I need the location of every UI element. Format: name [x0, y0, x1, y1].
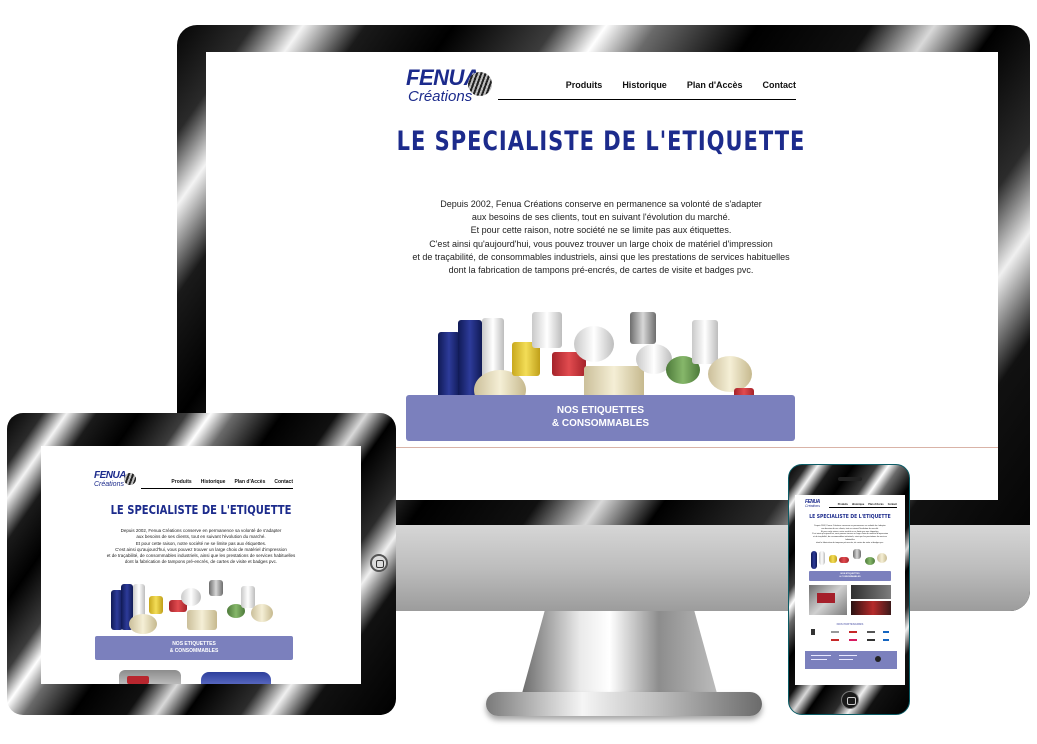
- logo-mark-icon: [124, 473, 136, 485]
- nav-item-plan-acces[interactable]: Plan d'Accès: [234, 479, 265, 488]
- phone-speaker: [838, 477, 862, 481]
- service-photo-2: [851, 601, 891, 615]
- label-roll: [133, 584, 145, 618]
- partner-logo: [811, 629, 815, 635]
- label-roll: [839, 557, 849, 563]
- label-roll: [129, 614, 157, 634]
- label-roll: [819, 551, 825, 565]
- banner-line-2: & CONSOMMABLES: [551, 418, 650, 429]
- monitor-stand-base: [486, 692, 762, 716]
- nav-item-contact[interactable]: Contact: [274, 479, 293, 488]
- printer-photo: [119, 670, 181, 684]
- monitor-stand: [521, 611, 718, 697]
- page-title: LE SPECIALISTE DE L'ETIQUETTE: [110, 504, 292, 518]
- nav-item-plan-acces[interactable]: Plan d'Accès: [687, 80, 743, 99]
- labels-product-photo: [809, 545, 891, 571]
- intro-text: Depuis 2002, Fenua Créations conserve en…: [809, 525, 891, 545]
- tablet-home-button[interactable]: [370, 554, 388, 572]
- partner-logo: [849, 631, 857, 633]
- nav-item-historique[interactable]: Historique: [622, 80, 667, 99]
- partner-logo: [831, 631, 839, 633]
- printer-detail: [817, 593, 835, 603]
- nav-item-produits[interactable]: Produits: [171, 479, 191, 488]
- ribbon-roll: [811, 551, 817, 569]
- label-roll: [829, 555, 837, 563]
- tablet-screen: FENUA Créations Produits Historique Plan…: [41, 446, 361, 684]
- phone-screen: FENUA Créations Produits Historique Plan…: [795, 495, 905, 685]
- label-roll: [865, 557, 875, 565]
- labeler-photo: [201, 672, 271, 684]
- partners-logos: [811, 629, 891, 647]
- main-nav: Produits Historique Plan d'Accès Contact: [829, 503, 897, 508]
- banner-line-2: & CONSOMMABLES: [839, 576, 861, 578]
- labels-consumables-banner[interactable]: NOS ETIQUETTES & CONSOMMABLES: [95, 636, 293, 660]
- site-logo[interactable]: FENUA Créations: [805, 500, 827, 512]
- label-roll: [853, 549, 861, 559]
- footer-text-line: [811, 659, 827, 660]
- intro-line: dont la fabrication de tampons pré-encré…: [124, 559, 278, 565]
- partners-heading: NOS PARTENAIRES: [836, 622, 864, 626]
- partner-logo: [883, 631, 889, 633]
- banner-line-1: NOS ETIQUETTES: [172, 641, 216, 647]
- footer-text-line: [839, 659, 853, 660]
- phone-home-button[interactable]: [841, 691, 859, 709]
- nav-item-produits[interactable]: Produits: [838, 503, 848, 507]
- social-icon[interactable]: [875, 656, 881, 662]
- label-roll: [692, 320, 718, 364]
- site-logo[interactable]: FENUA Créations: [406, 67, 496, 112]
- label-roll: [877, 553, 887, 563]
- label-strip: [187, 610, 217, 630]
- service-photo-1: [851, 585, 891, 599]
- partner-logo: [831, 639, 839, 641]
- intro-line: aux besoins de ses clients, tout en suiv…: [471, 212, 731, 223]
- logo-mark-icon: [468, 72, 492, 96]
- intro-line: dont la fabrication de tampons pré-encré…: [448, 265, 754, 276]
- intro-line: Depuis 2002, Fenua Créations conserve en…: [440, 199, 762, 209]
- footer: [805, 651, 897, 669]
- partner-logo: [883, 639, 889, 641]
- label-roll: [251, 604, 273, 622]
- partner-logo: [849, 639, 857, 641]
- intro-line: Et pour cette raison, notre société ne s…: [470, 225, 732, 236]
- label-roll: [574, 326, 614, 362]
- partner-logo: [867, 639, 875, 641]
- label-roll: [149, 596, 163, 614]
- banner-line-2: & CONSOMMABLES: [169, 648, 219, 654]
- labels-consumables-banner[interactable]: NOS ETIQUETTES & CONSOMMABLES: [809, 571, 891, 581]
- footer-text-line: [811, 655, 831, 656]
- intro-text: Depuis 2002, Fenua Créations conserve en…: [81, 528, 321, 566]
- intro-line: C'est ainsi qu'aujourd'hui, vous pouvez …: [429, 238, 773, 249]
- label-roll: [181, 588, 201, 606]
- page-title: LE SPECIALISTE DE L'ETIQUETTE: [396, 126, 806, 156]
- partner-logo: [867, 631, 875, 633]
- phone-device: FENUA Créations Produits Historique Plan…: [788, 464, 910, 715]
- label-roll: [241, 586, 255, 608]
- nav-item-contact[interactable]: Contact: [888, 503, 897, 507]
- main-nav: Produits Historique Plan d'Accès Contact: [498, 80, 796, 100]
- ribbon-roll: [438, 332, 460, 402]
- label-roll: [532, 312, 562, 348]
- nav-item-contact[interactable]: Contact: [763, 80, 797, 99]
- labels-product-photo: [109, 570, 277, 640]
- page-title: LE SPECIALISTE DE L'ETIQUETTE: [809, 514, 891, 521]
- tablet-device: FENUA Créations Produits Historique Plan…: [7, 413, 396, 715]
- nav-item-plan-acces[interactable]: Plan d'Accès: [868, 503, 883, 507]
- intro-text: Depuis 2002, Fenua Créations conserve en…: [366, 198, 836, 277]
- labels-consumables-banner[interactable]: NOS ETIQUETTES & CONSOMMABLES: [406, 395, 795, 441]
- nav-item-historique[interactable]: Historique: [201, 479, 226, 488]
- label-roll: [630, 312, 656, 344]
- logo-creations: Créations: [805, 504, 820, 508]
- label-roll: [708, 356, 752, 392]
- main-nav: Produits Historique Plan d'Accès Contact: [141, 479, 293, 489]
- footer-text-line: [839, 655, 857, 656]
- printer-photo: [809, 585, 847, 615]
- banner-line-1: NOS ETIQUETTES: [556, 405, 645, 416]
- printer-detail: [127, 676, 149, 684]
- nav-item-historique[interactable]: Historique: [852, 503, 864, 507]
- label-roll: [209, 580, 223, 596]
- intro-line: et de traçabilité, de consommables indus…: [412, 251, 790, 262]
- site-logo[interactable]: FENUA Créations: [94, 471, 139, 495]
- nav-item-produits[interactable]: Produits: [566, 80, 603, 99]
